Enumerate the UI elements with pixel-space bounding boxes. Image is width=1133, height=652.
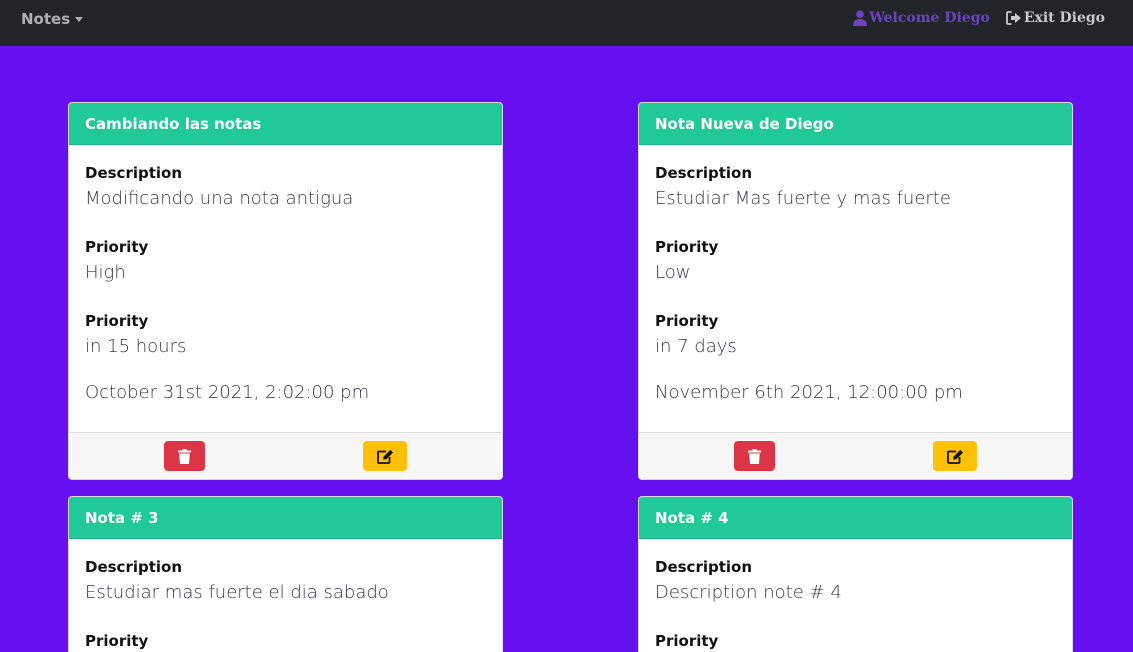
priority-label: Priority bbox=[85, 632, 149, 650]
description-value: Estudiar mas fuerte el dia sabado bbox=[85, 582, 389, 603]
edit-icon bbox=[946, 449, 963, 464]
delete-button[interactable] bbox=[734, 441, 775, 471]
note-body: Description Estudiar mas fuerte el dia s… bbox=[69, 539, 502, 651]
priority-value: Low bbox=[655, 262, 691, 283]
description-label: Description bbox=[85, 164, 183, 182]
note-date: October 31st 2021, 2:02:00 pm bbox=[85, 382, 370, 403]
description-value: Description note # 4 bbox=[655, 582, 842, 603]
sign-out-icon bbox=[1005, 11, 1021, 25]
note-card: Nota # 3 Description Estudiar mas fuerte… bbox=[68, 496, 503, 652]
note-title: Nota Nueva de Diego bbox=[639, 103, 1072, 145]
note-title: Nota # 4 bbox=[639, 497, 1072, 539]
description-label: Description bbox=[655, 558, 753, 576]
card-footer bbox=[69, 432, 502, 479]
user-icon bbox=[853, 10, 868, 26]
edit-button[interactable] bbox=[933, 441, 977, 471]
description-label: Description bbox=[655, 164, 753, 182]
note-card: Nota # 4 Description Description note # … bbox=[638, 496, 1073, 652]
description-value: Modificando una nota antigua bbox=[85, 188, 354, 209]
caret-down-icon bbox=[75, 17, 84, 22]
note-body: Description Modificando una nota antigua… bbox=[69, 145, 502, 405]
note-date: November 6th 2021, 12:00:00 pm bbox=[655, 382, 963, 403]
priority-value: High bbox=[85, 262, 126, 283]
priority-label: Priority bbox=[85, 238, 149, 256]
priority-label: Priority bbox=[655, 312, 719, 330]
note-title: Nota # 3 bbox=[69, 497, 502, 539]
exit-link[interactable]: Exit Diego bbox=[1005, 10, 1105, 26]
trash-icon bbox=[748, 448, 761, 464]
note-card: Cambiando las notas Description Modifica… bbox=[68, 102, 503, 480]
note-body: Description Estudiar Mas fuerte y mas fu… bbox=[639, 145, 1072, 405]
priority-label: Priority bbox=[655, 238, 719, 256]
exit-label: Exit Diego bbox=[1023, 10, 1105, 26]
welcome-link[interactable]: Welcome Diego bbox=[853, 10, 990, 26]
description-value: Estudiar Mas fuerte y mas fuerte bbox=[655, 188, 951, 209]
notes-dropdown[interactable]: Notes bbox=[21, 10, 84, 28]
note-card: Nota Nueva de Diego Description Estudiar… bbox=[638, 102, 1073, 480]
note-title: Cambiando las notas bbox=[69, 103, 502, 145]
card-footer bbox=[639, 432, 1072, 479]
priority-label: Priority bbox=[655, 632, 719, 650]
description-label: Description bbox=[85, 558, 183, 576]
delete-button[interactable] bbox=[164, 441, 205, 471]
edit-button[interactable] bbox=[363, 441, 407, 471]
nav-user-area: Welcome Diego Exit Diego bbox=[853, 10, 1105, 26]
brand-label: Notes bbox=[21, 10, 71, 28]
trash-icon bbox=[178, 448, 191, 464]
relative-time: in 7 days bbox=[655, 336, 737, 357]
edit-icon bbox=[376, 449, 393, 464]
welcome-label: Welcome Diego bbox=[869, 10, 990, 26]
navbar: Notes Welcome Diego Exit Diego bbox=[0, 0, 1133, 46]
priority-label: Priority bbox=[85, 312, 149, 330]
relative-time: in 15 hours bbox=[85, 336, 187, 357]
note-body: Description Description note # 4 Priorit… bbox=[639, 539, 1072, 651]
